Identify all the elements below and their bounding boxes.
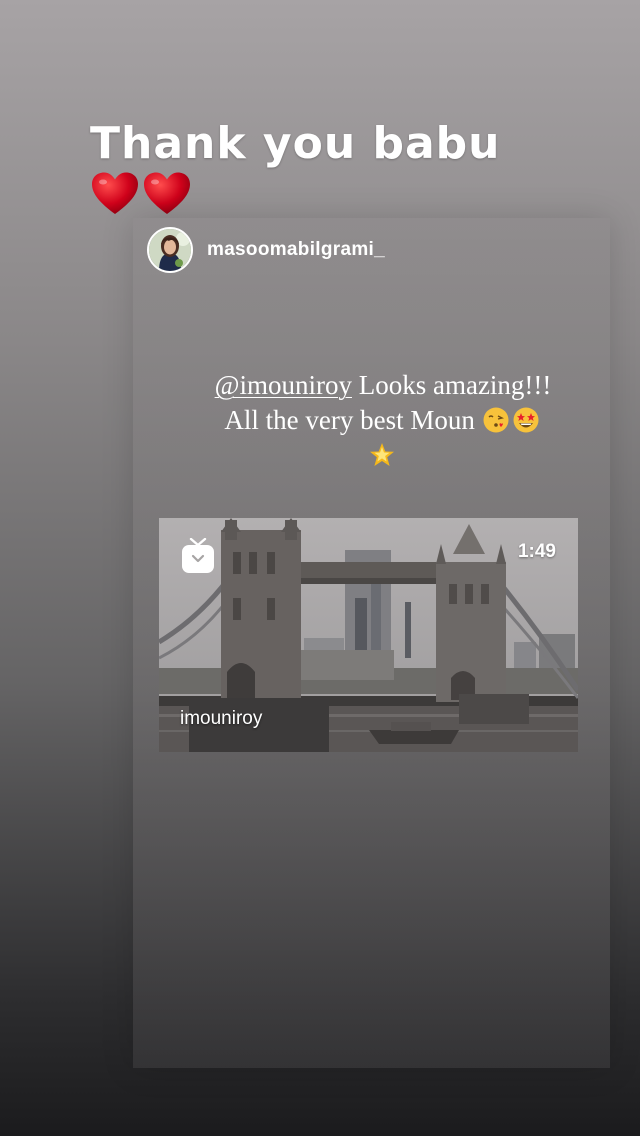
- igtv-icon: [182, 538, 214, 573]
- shared-story-card[interactable]: masoomabilgrami_ @imouniroy Looks amazin…: [133, 218, 610, 1068]
- star-struck-icon: [513, 407, 539, 433]
- video-duration: 1:49: [517, 541, 556, 562]
- avatar[interactable]: [147, 227, 193, 273]
- video-author[interactable]: imouniroy: [180, 708, 262, 730]
- red-heart-icon: [144, 172, 190, 214]
- glowing-star-icon: [370, 443, 394, 466]
- mention-link[interactable]: @imouniroy: [215, 370, 352, 400]
- story-text-overlay: Thank you babu: [90, 118, 501, 169]
- hearts-sticker: [90, 170, 192, 220]
- shared-story-header[interactable]: masoomabilgrami_: [147, 227, 385, 273]
- igtv-video-thumbnail[interactable]: 1:49 imouniroy: [159, 518, 578, 752]
- red-heart-icon: [92, 172, 138, 214]
- post-caption: @imouniroy Looks amazing!!! All the very…: [213, 368, 553, 473]
- face-blowing-kiss-icon: [483, 407, 509, 433]
- username[interactable]: masoomabilgrami_: [207, 239, 385, 261]
